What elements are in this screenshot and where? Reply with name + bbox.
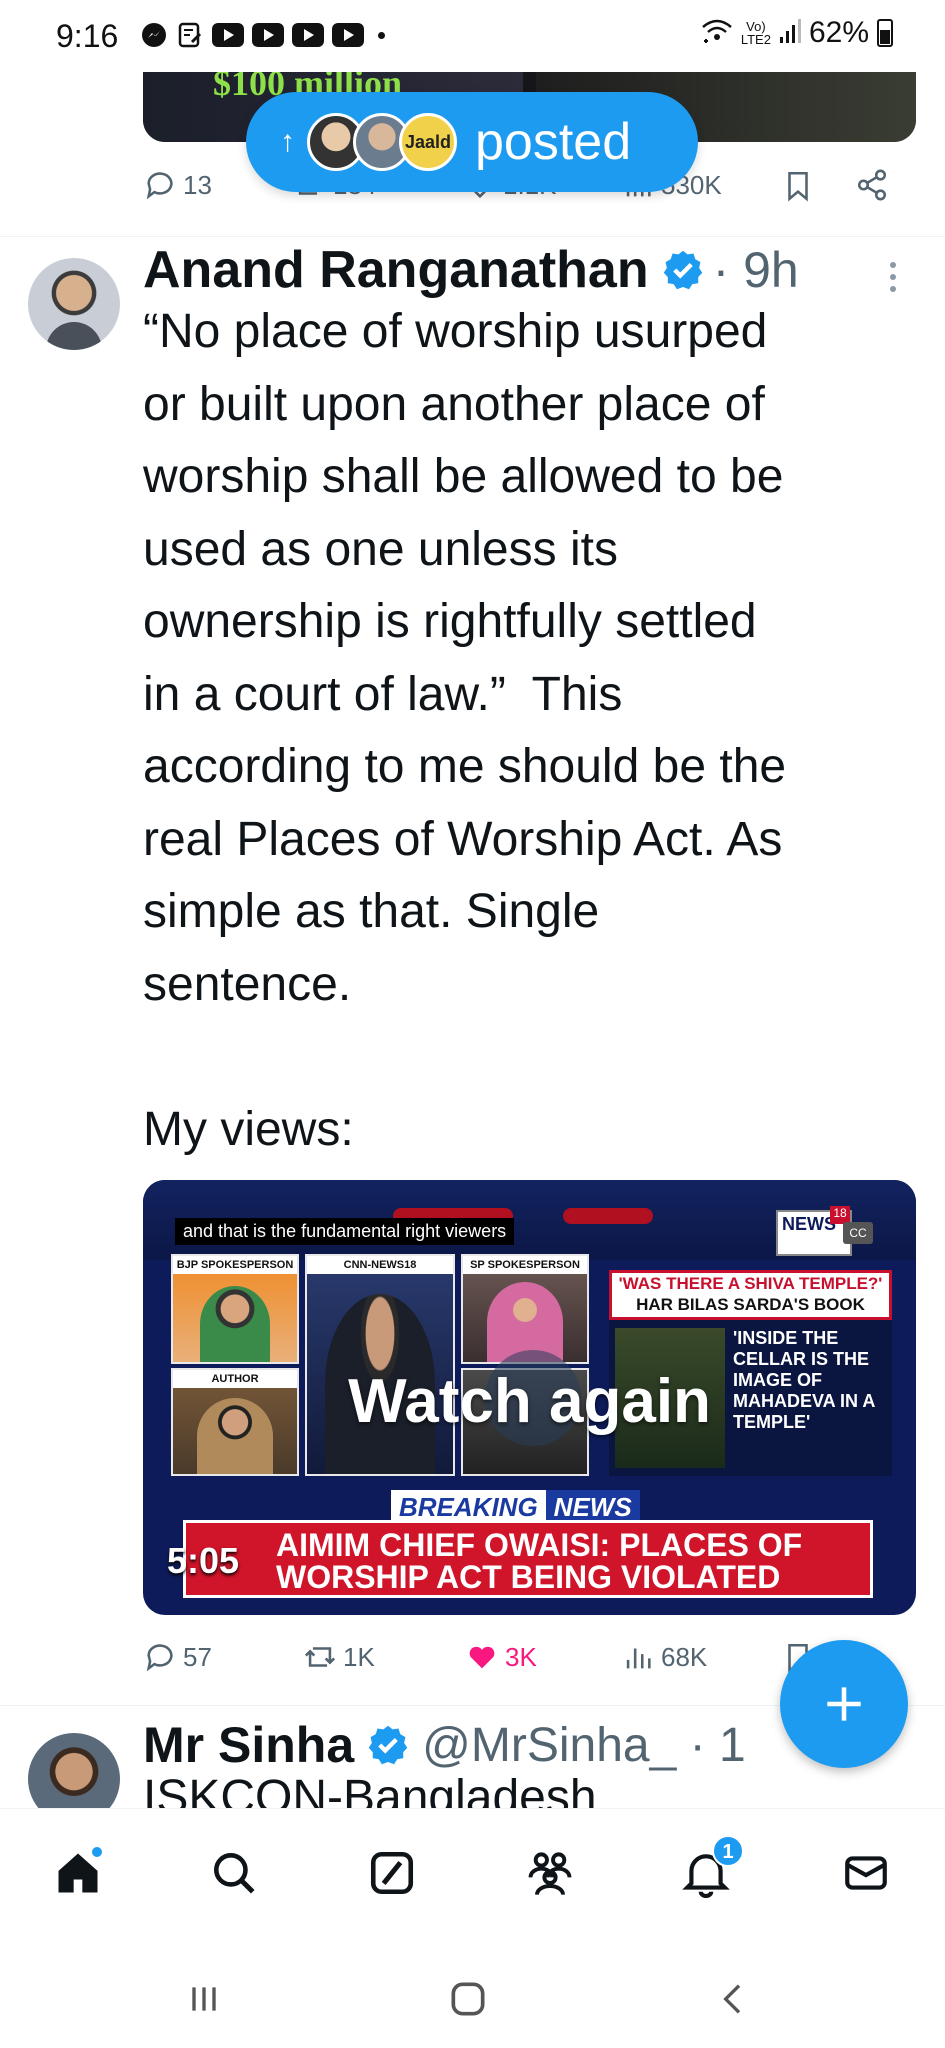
wifi-icon: [701, 17, 733, 50]
ticker-text: AIMIM CHIEF OWAISI: PLACES OF WORSHIP AC…: [276, 1527, 803, 1595]
video-panel: SP SPOKESPERSON: [461, 1254, 589, 1364]
channel-logo: NEWS 18: [776, 1206, 852, 1256]
headline-subtitle: HAR BILAS SARDA'S BOOK: [636, 1295, 865, 1314]
posted-avatars: Jaald: [307, 113, 457, 171]
battery-percentage: 62%: [808, 16, 869, 49]
communities-icon: [528, 1852, 572, 1895]
nav-messages[interactable]: [836, 1843, 896, 1903]
bookmark-icon: [788, 171, 808, 202]
plus-icon: [827, 1687, 861, 1721]
messenger-icon: [140, 22, 168, 48]
home-unread-dot: [90, 1845, 104, 1859]
avatar: Jaald: [399, 113, 457, 171]
nav-notifications[interactable]: 1: [676, 1835, 744, 1903]
battery-icon: [877, 19, 893, 47]
retweet-button[interactable]: 1K: [303, 1640, 375, 1674]
news-label: NEWS: [545, 1490, 640, 1524]
verified-badge-icon: [368, 1725, 408, 1765]
share-button[interactable]: [855, 168, 889, 202]
bookmark-button[interactable]: [781, 168, 815, 204]
panel-label: BJP SPOKESPERSON: [173, 1256, 297, 1274]
status-notification-icons: [140, 22, 385, 48]
video-duration: 5:05: [167, 1540, 240, 1581]
youtube-icon: [252, 23, 284, 47]
avatar-text: Jaald: [404, 131, 452, 152]
recent-apps-icon: [192, 1987, 216, 2011]
headline-top: 'WAS THERE A SHIVA TEMPLE?' HAR BILAS SA…: [609, 1270, 892, 1320]
search-icon: [214, 1853, 255, 1894]
headline-question: 'WAS THERE A SHIVA TEMPLE?': [618, 1274, 883, 1293]
signal-icon: [779, 17, 801, 50]
like-button[interactable]: 3K: [465, 1640, 537, 1674]
retweet-icon: [304, 1647, 336, 1667]
nav-home[interactable]: [48, 1843, 108, 1903]
tweet-text: “No place of worship usurped or built up…: [143, 305, 787, 1156]
author-name[interactable]: Anand Ranganathan: [143, 240, 649, 300]
video-subtitle: and that is the fundamental right viewer…: [175, 1218, 515, 1245]
back-chevron-icon: [723, 1984, 741, 2014]
verified-badge-icon: [663, 250, 702, 290]
home-system-button[interactable]: [438, 1974, 498, 2024]
panel-person: [200, 1286, 270, 1362]
tweet-header: Anand Ranganathan · 9h: [143, 240, 799, 300]
author-handle: @MrSinha_ · 1: [422, 1718, 746, 1772]
tweet-divider: [0, 236, 945, 237]
like-count: 3K: [505, 1641, 537, 1672]
bottom-navigation: 1: [0, 1808, 945, 1936]
video-panel: CNN-NEWS18: [305, 1254, 455, 1476]
back-button[interactable]: [704, 1974, 764, 2024]
views-icon: [626, 1648, 651, 1669]
more-notifications-dot-icon: [378, 31, 385, 39]
reply-count: 13: [183, 169, 212, 200]
home-square-icon: [451, 1982, 485, 2016]
breaking-label: BREAKING: [391, 1490, 546, 1524]
reply-button[interactable]: 57: [143, 1640, 212, 1674]
tweet-header: Mr Sinha @MrSinha_ · 1: [143, 1715, 746, 1775]
network-type: Vo) LTE2: [741, 20, 771, 46]
network-lte-label: LTE2: [740, 32, 771, 47]
panel-label: SP SPOKESPERSON: [463, 1256, 587, 1274]
reply-count: 57: [183, 1641, 212, 1672]
compose-button[interactable]: [780, 1640, 908, 1768]
watch-again-label[interactable]: Watch again: [143, 1366, 916, 1437]
messages-icon: [845, 1856, 887, 1890]
status-time: 9:16: [56, 18, 119, 54]
author-avatar[interactable]: [28, 258, 120, 350]
nav-search[interactable]: [204, 1843, 264, 1903]
status-system-icons: Vo) LTE2 62%: [701, 16, 893, 50]
tweet-time: · 9h: [712, 242, 799, 298]
video-decoration: [563, 1208, 653, 1224]
youtube-icon: [332, 23, 364, 47]
youtube-icon: [292, 23, 324, 47]
system-navigation-bar: [0, 1936, 945, 2048]
video-panel: BJP SPOKESPERSON: [171, 1254, 299, 1364]
notes-icon: [176, 22, 204, 48]
tweet-video[interactable]: and that is the fundamental right viewer…: [143, 1180, 916, 1615]
panel-label: CNN-NEWS18: [307, 1256, 453, 1274]
news-ticker: AIMIM CHIEF OWAISI: PLACES OF WORSHIP AC…: [183, 1520, 873, 1598]
channel-logo-text: NEWS: [782, 1214, 836, 1234]
views-count: 68K: [661, 1641, 708, 1672]
share-icon: [857, 169, 887, 201]
heart-filled-icon: [469, 1646, 495, 1669]
status-bar: 9:16 Vo) LTE2 62%: [0, 0, 945, 72]
author-name[interactable]: Mr Sinha: [143, 1716, 354, 1774]
breaking-news-banner: BREAKING NEWS: [391, 1490, 640, 1524]
nav-grok[interactable]: [362, 1843, 422, 1903]
recent-apps-button[interactable]: [174, 1974, 234, 2024]
notifications-badge: 1: [712, 1835, 744, 1867]
captions-icon[interactable]: CC: [843, 1222, 873, 1244]
retweet-count: 1K: [343, 1641, 375, 1672]
views-button[interactable]: 68K: [621, 1640, 707, 1674]
reply-button[interactable]: 13: [143, 168, 212, 202]
youtube-icon: [212, 23, 244, 47]
posted-label: posted: [475, 113, 632, 171]
grok-icon: [370, 1851, 414, 1895]
new-posts-pill[interactable]: ↑ Jaald posted: [246, 92, 698, 192]
more-options-icon[interactable]: [890, 262, 896, 292]
nav-communities[interactable]: [520, 1843, 580, 1903]
up-arrow-icon: ↑: [280, 125, 295, 158]
reply-icon: [146, 1644, 173, 1672]
reply-icon: [146, 172, 173, 200]
